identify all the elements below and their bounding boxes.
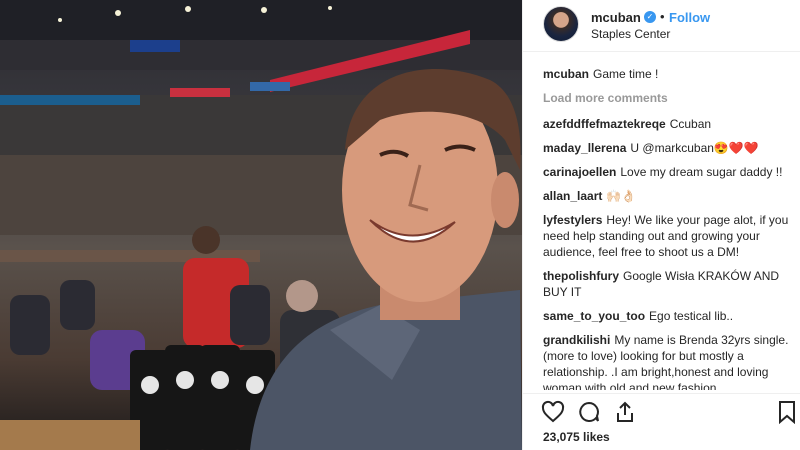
post-photo[interactable] — [0, 0, 522, 450]
comment-username[interactable]: lyfestylers — [543, 213, 602, 227]
comment-text: 🙌🏻👌🏻 — [606, 189, 637, 203]
comment-text: Ccuban — [669, 117, 712, 131]
comments-list[interactable]: mcuban Game time ! Load more comments aze… — [543, 66, 793, 390]
list-item: thepolishfury Google Wisła KRAKÓW AND BUY… — [543, 268, 793, 300]
comment-text: U @markcuban😍❤️❤️ — [630, 141, 759, 155]
caption: mcuban Game time ! — [543, 66, 793, 82]
avatar[interactable] — [543, 6, 579, 42]
comment-username[interactable]: azefddffefmaztekreqe — [543, 117, 666, 131]
post-header: mcuban ✓ • Follow Staples Center — [523, 0, 800, 52]
list-item: allan_laart 🙌🏻👌🏻 — [543, 188, 793, 204]
comment-icon[interactable] — [577, 400, 601, 424]
comment-text: Ego testical lib.. — [649, 309, 734, 323]
share-icon[interactable] — [613, 400, 637, 424]
list-item: lyfestylers Hey! We like your page alot, … — [543, 212, 793, 260]
bookmark-icon[interactable] — [775, 400, 799, 425]
follow-button[interactable]: Follow — [669, 10, 710, 25]
heart-icon[interactable] — [541, 400, 565, 424]
comment-username[interactable]: grandkilishi — [543, 333, 610, 347]
comment-username[interactable]: same_to_you_too — [543, 309, 645, 323]
comment-username[interactable]: allan_laart — [543, 189, 602, 203]
list-item: carinajoellen Love my dream sugar daddy !… — [543, 164, 793, 180]
post-actions-bar: 23,075 likes — [523, 393, 800, 450]
list-item: same_to_you_too Ego testical lib.. — [543, 308, 793, 324]
list-item: grandkilishi My name is Brenda 32yrs sing… — [543, 332, 793, 390]
header-separator: • — [660, 9, 665, 24]
list-item: maday_llerena U @markcuban😍❤️❤️ — [543, 140, 793, 156]
caption-username[interactable]: mcuban — [543, 67, 589, 81]
comment-username[interactable]: carinajoellen — [543, 165, 616, 179]
comment-text: Love my dream sugar daddy !! — [620, 165, 783, 179]
comment-username[interactable]: thepolishfury — [543, 269, 619, 283]
location-link[interactable]: Staples Center — [591, 27, 670, 41]
verified-badge-icon: ✓ — [644, 11, 656, 23]
header-username[interactable]: mcuban — [591, 10, 641, 25]
likes-count[interactable]: 23,075 likes — [543, 430, 610, 444]
photo-scene — [0, 0, 522, 450]
list-item: azefddffefmaztekreqe Ccuban — [543, 116, 793, 132]
load-more-comments-button[interactable]: Load more comments — [543, 90, 793, 106]
caption-text: Game time ! — [593, 67, 659, 81]
post-side-panel: mcuban ✓ • Follow Staples Center mcuban G… — [522, 0, 800, 450]
comment-username[interactable]: maday_llerena — [543, 141, 626, 155]
